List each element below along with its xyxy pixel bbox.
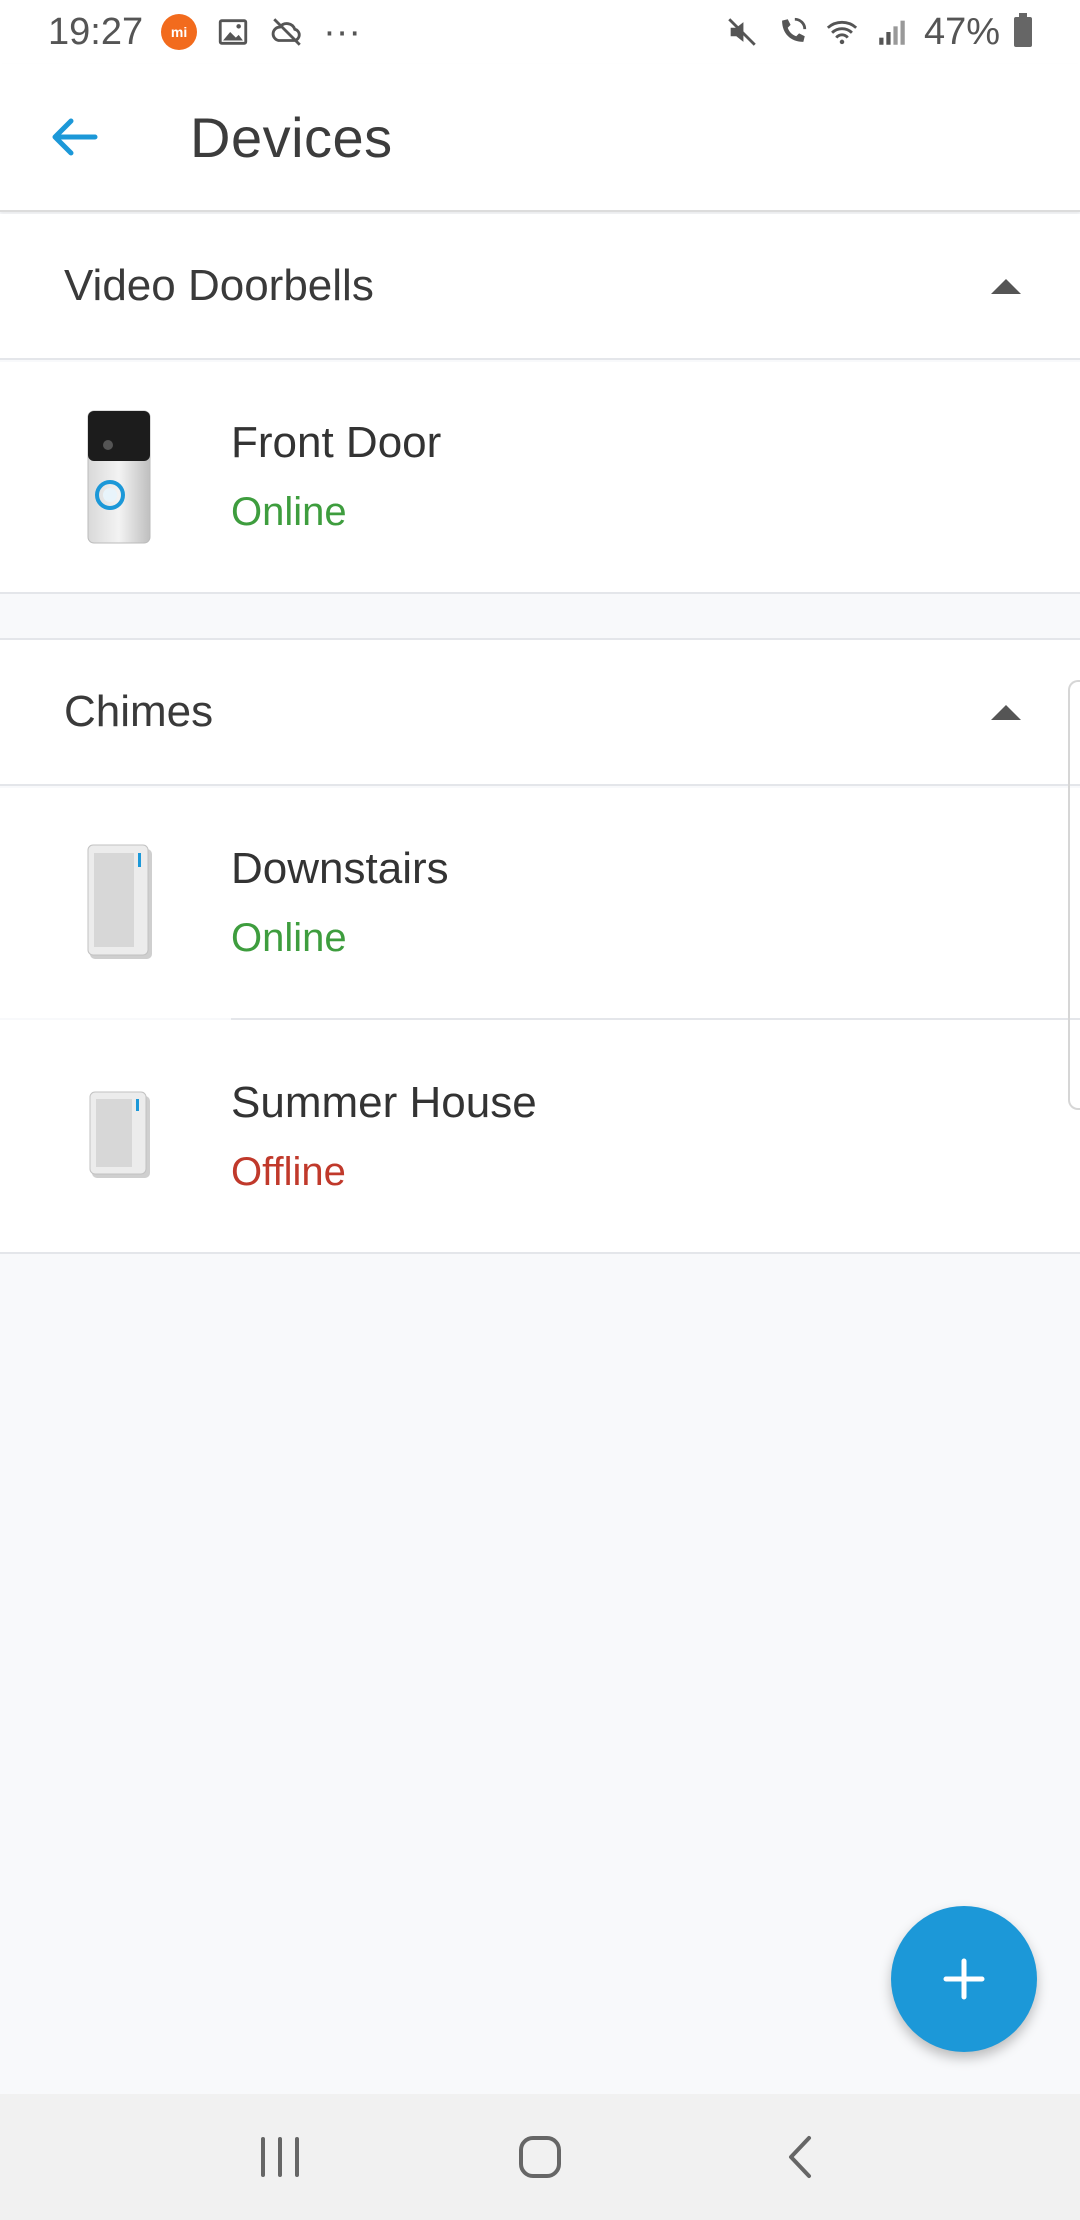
device-row-front-door[interactable]: Front Door Online xyxy=(0,362,1080,592)
battery-percent: 47% xyxy=(923,10,1000,53)
status-bar: 19:27 mi ··· 47% xyxy=(0,0,1080,64)
back-icon xyxy=(789,2136,811,2178)
home-button[interactable] xyxy=(490,2107,590,2207)
chime-device-icon xyxy=(74,1060,164,1210)
doorbell-device-icon xyxy=(74,402,164,552)
section-divider xyxy=(0,592,1080,594)
device-status: Online xyxy=(231,490,347,534)
cloud-off-icon xyxy=(269,14,305,50)
section-header-chimes[interactable]: Chimes xyxy=(0,640,1080,786)
device-name: Front Door xyxy=(231,418,442,467)
battery-icon xyxy=(1014,13,1032,47)
chime-device-icon xyxy=(74,828,164,978)
home-icon xyxy=(519,2136,561,2178)
section-title: Chimes xyxy=(64,687,214,736)
collapse-button[interactable] xyxy=(976,682,1036,742)
device-name: Summer House xyxy=(231,1078,537,1127)
app-header: Devices xyxy=(0,64,1080,212)
device-name: Downstairs xyxy=(231,844,449,893)
section-header-video-doorbells[interactable]: Video Doorbells xyxy=(0,214,1080,360)
back-button[interactable] xyxy=(34,97,114,177)
system-back-button[interactable] xyxy=(750,2107,850,2207)
caret-up-icon xyxy=(991,704,1021,720)
recent-apps-button[interactable] xyxy=(230,2107,330,2207)
clock: 19:27 xyxy=(48,10,144,53)
device-text: Front Door Online xyxy=(231,418,441,535)
image-icon xyxy=(215,14,251,50)
system-nav-bar xyxy=(0,2094,1080,2220)
device-row-downstairs[interactable]: Downstairs Online xyxy=(0,788,1080,1018)
more-notifications: ··· xyxy=(323,10,362,53)
collapse-button[interactable] xyxy=(976,256,1036,316)
page-title: Devices xyxy=(190,105,393,169)
status-bar-right: 47% xyxy=(724,11,1032,54)
caret-up-icon xyxy=(991,278,1021,294)
signal-icon xyxy=(874,14,910,50)
device-text: Downstairs Online xyxy=(231,844,449,961)
recent-apps-icon xyxy=(261,2137,299,2177)
arrow-left-icon xyxy=(52,118,98,156)
device-status: Online xyxy=(231,916,347,960)
section-divider xyxy=(0,1252,1080,1254)
scroll-indicator[interactable] xyxy=(1068,680,1080,1110)
device-text: Summer House Offline xyxy=(231,1078,537,1195)
wifi-call-icon xyxy=(774,14,810,50)
section-title: Video Doorbells xyxy=(64,261,374,310)
device-row-summer-house[interactable]: Summer House Offline xyxy=(0,1020,1080,1252)
plus-icon xyxy=(943,1958,985,2000)
device-status: Offline xyxy=(231,1150,346,1194)
mute-icon xyxy=(724,14,760,50)
status-bar-left: 19:27 mi ··· xyxy=(48,11,361,54)
wifi-icon xyxy=(824,14,860,50)
add-device-button[interactable] xyxy=(891,1906,1037,2052)
mi-notification-icon: mi xyxy=(161,14,198,50)
